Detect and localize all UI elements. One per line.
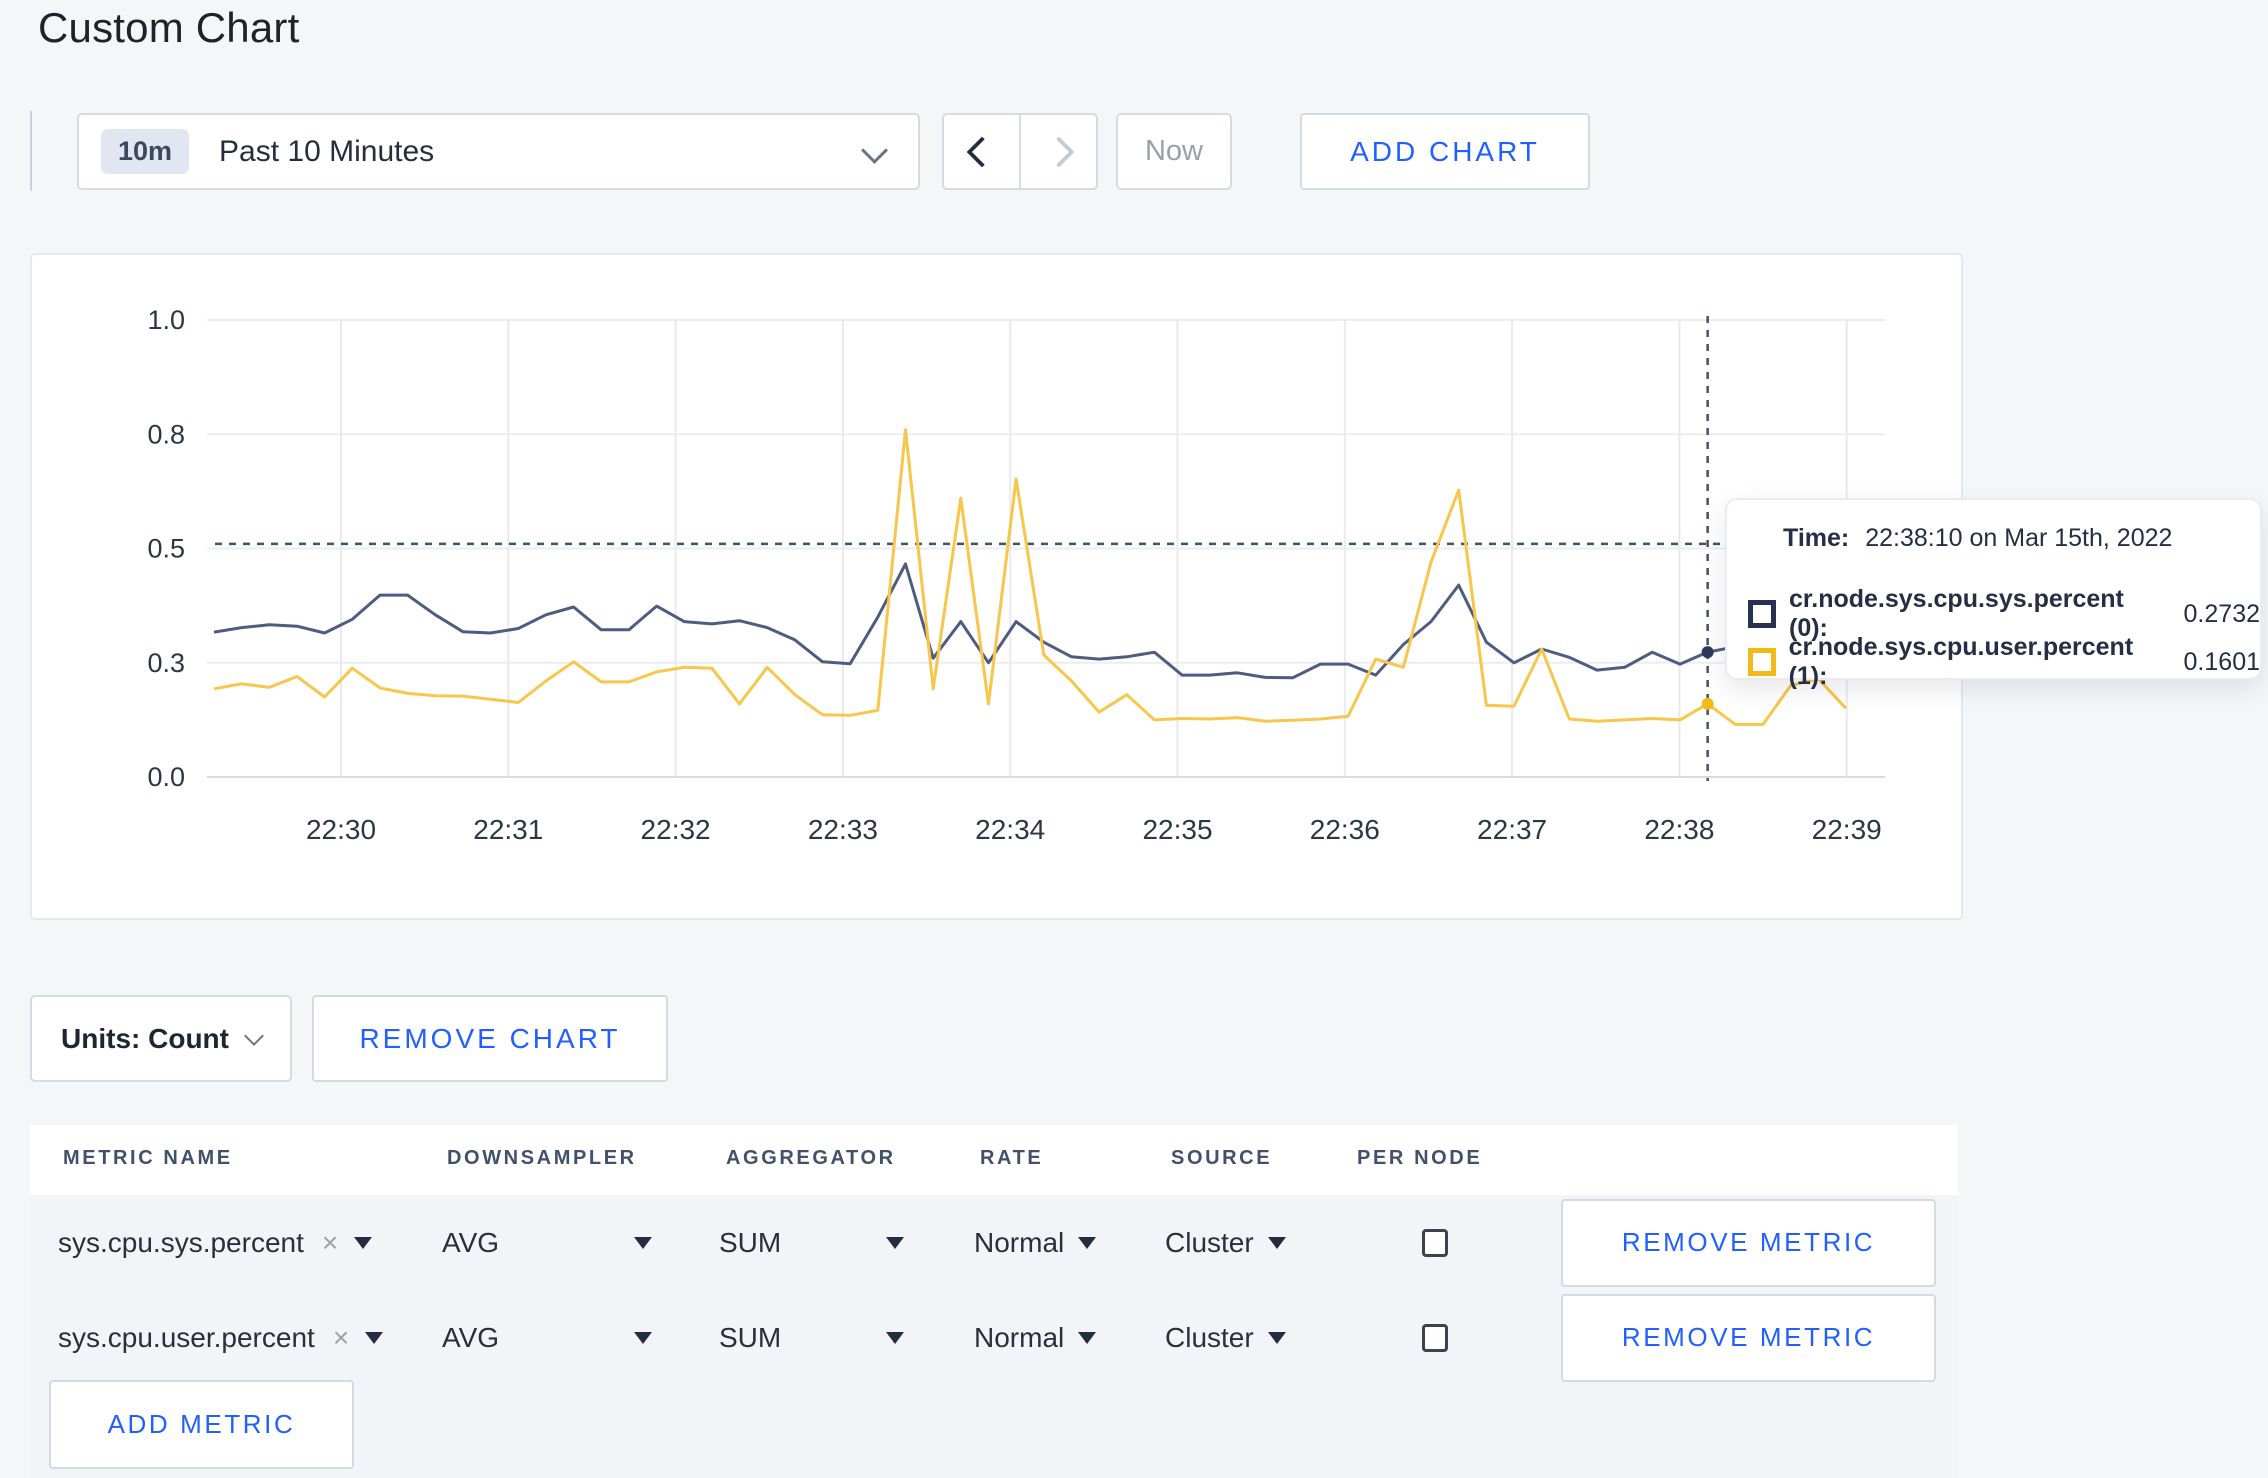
dropdown-arrow-icon <box>365 1331 384 1344</box>
source-select[interactable]: Cluster <box>1165 1322 1286 1354</box>
per-node-checkbox[interactable] <box>1422 1323 1448 1352</box>
dropdown-arrow-icon <box>634 1331 652 1344</box>
toolbar-divider <box>30 111 32 191</box>
x-tick-label: 22:36 <box>1310 814 1380 845</box>
x-tick-label: 22:35 <box>1142 814 1212 845</box>
chevron-right-icon <box>1042 135 1075 168</box>
custom-chart-page: Custom Chart 10m Past 10 Minutes Now ADD… <box>0 0 2268 1478</box>
tooltip-series-row: cr.node.sys.cpu.user.percent (1): 0.1601 <box>1748 633 2260 691</box>
series-swatch-icon <box>1748 648 1776 676</box>
downsampler-value: AVG <box>442 1321 500 1353</box>
rate-select[interactable]: Normal <box>974 1226 1097 1259</box>
x-tick-label: 22:34 <box>975 814 1045 845</box>
metrics-table: METRIC NAME DOWNSAMPLER AGGREGATOR RATE SOUR… <box>30 1125 1958 1478</box>
add-metric-button[interactable]: ADD METRIC <box>49 1380 354 1469</box>
source-select[interactable]: Cluster <box>1165 1227 1286 1259</box>
chevron-left-icon <box>965 135 998 168</box>
chart-plot[interactable]: 0.0 0.3 0.5 0.8 1.0 22:30 22:31 22:32 22:33 22:34… <box>32 255 1961 918</box>
chevron-down-icon <box>244 1025 264 1046</box>
tooltip-series-value: 0.2732 <box>2183 599 2260 628</box>
dropdown-arrow-icon <box>1267 1331 1286 1344</box>
metric-name-label: sys.cpu.sys.percent <box>58 1226 304 1258</box>
time-window-label: Past 10 Minutes <box>219 134 435 168</box>
dropdown-arrow-icon <box>634 1236 652 1249</box>
dropdown-arrow-icon <box>1078 1236 1097 1249</box>
add-chart-button[interactable]: ADD CHART <box>1300 113 1590 190</box>
tooltip-time-row: Time: 22:38:10 on Mar 15th, 2022 <box>1783 524 2172 553</box>
metric-row: sys.cpu.user.percent × AVG SUM Normal Cl… <box>30 1290 1958 1385</box>
time-window-select[interactable]: 10m Past 10 Minutes <box>77 113 920 190</box>
x-tick-label: 22:30 <box>306 814 376 845</box>
time-window-badge: 10m <box>101 129 190 174</box>
remove-metric-button[interactable]: REMOVE METRIC <box>1561 1293 1936 1382</box>
remove-chart-button[interactable]: REMOVE CHART <box>312 995 668 1082</box>
tooltip-series-value: 0.1601 <box>2183 647 2260 676</box>
clear-metric-icon[interactable]: × <box>322 1227 338 1259</box>
prev-time-button[interactable] <box>944 115 1019 188</box>
downsampler-value: AVG <box>442 1226 500 1258</box>
y-tick-label: 1.0 <box>147 305 185 335</box>
metric-name-select[interactable]: sys.cpu.sys.percent × <box>58 1226 373 1259</box>
y-tick-label: 0.3 <box>147 648 185 678</box>
per-node-cell <box>1422 1228 1448 1257</box>
tooltip-time-label: Time: <box>1783 524 1850 552</box>
tooltip-time-value: 22:38:10 on Mar 15th, 2022 <box>1865 524 2173 552</box>
y-tick-label: 0.0 <box>147 762 185 792</box>
clear-metric-icon[interactable]: × <box>333 1322 349 1354</box>
dropdown-arrow-icon <box>354 1236 373 1249</box>
x-tick-label: 22:32 <box>641 814 711 845</box>
page-title: Custom Chart <box>38 4 300 51</box>
chart-hover-tooltip: Time: 22:38:10 on Mar 15th, 2022 cr.node.… <box>1725 498 2262 690</box>
column-header: SOURCE <box>1171 1147 1273 1169</box>
now-button[interactable]: Now <box>1116 113 1232 190</box>
chart-card: 0.0 0.3 0.5 0.8 1.0 22:30 22:31 22:32 22:33 22:34… <box>30 253 1963 920</box>
downsampler-select[interactable]: AVG <box>442 1227 652 1259</box>
column-header: RATE <box>980 1147 1044 1169</box>
tooltip-series-label: cr.node.sys.cpu.user.percent (1): <box>1788 633 2134 690</box>
x-tick-label: 22:31 <box>473 814 543 845</box>
column-header: PER NODE <box>1357 1147 1483 1169</box>
rate-value: Normal <box>974 1226 1065 1258</box>
downsampler-select[interactable]: AVG <box>442 1322 652 1354</box>
x-tick-label: 22:38 <box>1644 814 1714 845</box>
units-select[interactable]: Units: Count <box>30 995 292 1082</box>
x-tick-label: 22:39 <box>1812 814 1882 845</box>
chevron-down-icon <box>861 137 888 164</box>
metric-name-select[interactable]: sys.cpu.user.percent × <box>58 1321 384 1354</box>
y-tick-label: 0.5 <box>147 534 185 564</box>
x-tick-label: 22:37 <box>1477 814 1547 845</box>
aggregator-select[interactable]: SUM <box>719 1227 904 1259</box>
dropdown-arrow-icon <box>1267 1236 1286 1249</box>
rate-value: Normal <box>974 1321 1065 1353</box>
next-time-button[interactable] <box>1019 115 1096 188</box>
metric-name-label: sys.cpu.user.percent <box>58 1321 315 1353</box>
per-node-cell <box>1422 1323 1448 1352</box>
aggregator-value: SUM <box>719 1226 782 1258</box>
source-value: Cluster <box>1165 1226 1254 1258</box>
dropdown-arrow-icon <box>1078 1331 1097 1344</box>
time-nav-group <box>942 113 1098 190</box>
dropdown-arrow-icon <box>886 1236 904 1249</box>
units-label: Units: Count <box>61 1022 229 1054</box>
y-tick-label: 0.8 <box>147 419 185 449</box>
aggregator-select[interactable]: SUM <box>719 1322 904 1354</box>
series-swatch-icon <box>1748 600 1776 628</box>
series-line <box>213 428 1847 726</box>
rate-select[interactable]: Normal <box>974 1321 1097 1354</box>
remove-metric-button[interactable]: REMOVE METRIC <box>1561 1198 1936 1287</box>
metrics-table-header: METRIC NAME DOWNSAMPLER AGGREGATOR RATE SOUR… <box>30 1125 1958 1195</box>
aggregator-value: SUM <box>719 1321 782 1353</box>
column-header: AGGREGATOR <box>726 1147 896 1169</box>
per-node-checkbox[interactable] <box>1422 1228 1448 1257</box>
x-tick-label: 22:33 <box>808 814 878 845</box>
series-line <box>213 562 1847 680</box>
column-header: DOWNSAMPLER <box>447 1147 637 1169</box>
hover-point <box>1701 646 1714 659</box>
column-header: METRIC NAME <box>63 1147 233 1169</box>
hover-point <box>1701 697 1714 710</box>
metric-row: sys.cpu.sys.percent × AVG SUM Normal Clu… <box>30 1195 1958 1290</box>
source-value: Cluster <box>1165 1321 1254 1353</box>
dropdown-arrow-icon <box>886 1331 904 1344</box>
